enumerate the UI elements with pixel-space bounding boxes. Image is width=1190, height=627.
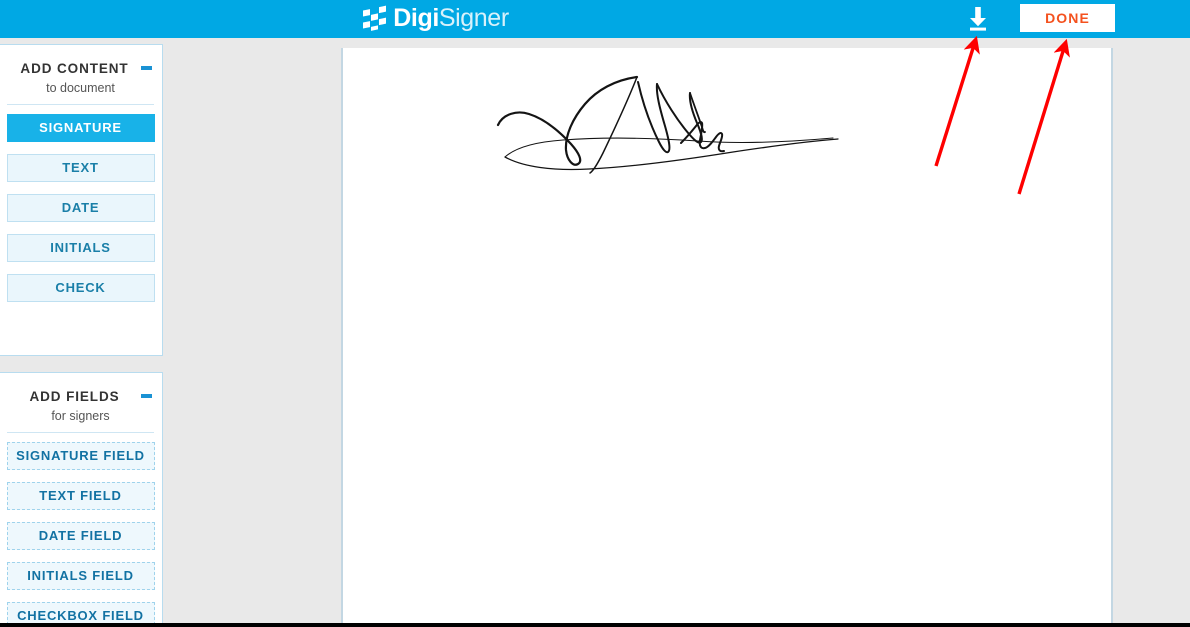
logo-text-bold: Digi <box>393 3 439 32</box>
document-canvas[interactable] <box>165 38 1190 627</box>
check-button[interactable]: CHECK <box>6 274 155 302</box>
signature-field-button[interactable]: SIGNATURE FIELD <box>6 442 155 470</box>
app-header: DigiSigner DONE <box>0 0 1190 38</box>
bottom-scrollbar-edge[interactable] <box>0 623 1190 627</box>
panel-add-fields: ADD FIELDS for signers SIGNATURE FIELD T… <box>0 372 163 627</box>
panel-add-fields-subtitle: for signers <box>51 409 110 423</box>
logo-text: DigiSigner <box>393 3 509 32</box>
panel-add-content-title: ADD CONTENT <box>20 61 129 76</box>
initials-button[interactable]: INITIALS <box>6 234 155 262</box>
download-icon <box>970 7 986 31</box>
sidebar: ADD CONTENT to document SIGNATURE TEXT D… <box>0 38 165 627</box>
divider <box>7 432 154 433</box>
panel-add-content-subtitle: to document <box>46 81 115 95</box>
digisigner-app: DigiSigner DONE ADD CONTENT to document … <box>0 0 1190 627</box>
text-button[interactable]: TEXT <box>6 154 155 182</box>
panel-add-content: ADD CONTENT to document SIGNATURE TEXT D… <box>0 44 163 356</box>
digisigner-logo: DigiSigner <box>341 0 531 38</box>
signature-button[interactable]: SIGNATURE <box>6 114 155 142</box>
date-button[interactable]: DATE <box>6 194 155 222</box>
download-button[interactable] <box>960 2 996 36</box>
done-button[interactable]: DONE <box>1020 4 1115 32</box>
document-page[interactable] <box>341 48 1113 627</box>
date-field-button[interactable]: DATE FIELD <box>6 522 155 550</box>
panel-add-fields-title: ADD FIELDS <box>29 389 120 404</box>
signature-ink[interactable] <box>493 68 853 188</box>
text-field-button[interactable]: TEXT FIELD <box>6 482 155 510</box>
logo-text-light: Signer <box>438 3 509 32</box>
initials-field-button[interactable]: INITIALS FIELD <box>6 562 155 590</box>
minus-icon[interactable] <box>141 394 152 398</box>
minus-icon[interactable] <box>141 66 152 70</box>
divider <box>7 104 154 105</box>
checkered-flag-icon <box>363 5 387 32</box>
